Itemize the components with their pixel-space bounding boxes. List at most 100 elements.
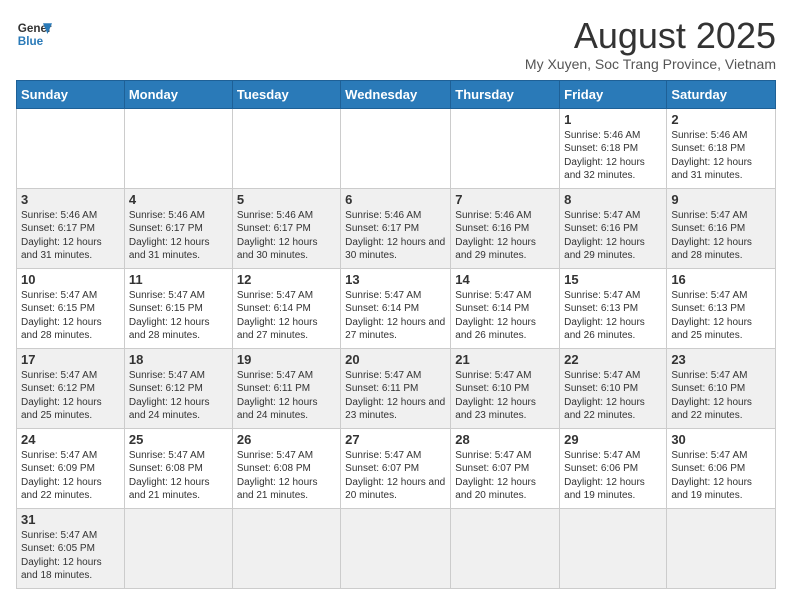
calendar-cell [667, 508, 776, 588]
day-number: 30 [671, 432, 771, 447]
calendar-subtitle: My Xuyen, Soc Trang Province, Vietnam [525, 56, 776, 72]
calendar-cell [341, 508, 451, 588]
day-number: 23 [671, 352, 771, 367]
day-number: 8 [564, 192, 662, 207]
day-number: 17 [21, 352, 120, 367]
calendar-cell [232, 108, 340, 188]
calendar-cell [451, 508, 560, 588]
day-number: 25 [129, 432, 228, 447]
day-info: Sunrise: 5:47 AM Sunset: 6:11 PM Dayligh… [345, 369, 446, 423]
day-number: 19 [237, 352, 336, 367]
calendar-week-row: 3Sunrise: 5:46 AM Sunset: 6:17 PM Daylig… [17, 188, 776, 268]
day-number: 10 [21, 272, 120, 287]
calendar-cell: 16Sunrise: 5:47 AM Sunset: 6:13 PM Dayli… [667, 268, 776, 348]
day-info: Sunrise: 5:47 AM Sunset: 6:13 PM Dayligh… [564, 289, 662, 343]
day-info: Sunrise: 5:46 AM Sunset: 6:17 PM Dayligh… [345, 209, 446, 263]
calendar-cell [232, 508, 340, 588]
day-info: Sunrise: 5:47 AM Sunset: 6:11 PM Dayligh… [237, 369, 336, 423]
col-monday: Monday [124, 80, 232, 108]
day-info: Sunrise: 5:47 AM Sunset: 6:07 PM Dayligh… [455, 449, 555, 503]
day-info: Sunrise: 5:46 AM Sunset: 6:18 PM Dayligh… [671, 129, 771, 183]
calendar-cell: 29Sunrise: 5:47 AM Sunset: 6:06 PM Dayli… [560, 428, 667, 508]
day-number: 11 [129, 272, 228, 287]
day-info: Sunrise: 5:47 AM Sunset: 6:06 PM Dayligh… [671, 449, 771, 503]
day-number: 7 [455, 192, 555, 207]
day-info: Sunrise: 5:46 AM Sunset: 6:17 PM Dayligh… [21, 209, 120, 263]
calendar-cell: 10 Sunrise: 5:47 AM Sunset: 6:15 PM Dayli… [17, 268, 125, 348]
calendar-week-row: 17 Sunrise: 5:47 AM Sunset: 6:12 PM Dayli… [17, 348, 776, 428]
day-info: Sunrise: 5:47 AM Sunset: 6:05 PM Dayligh… [21, 529, 120, 583]
calendar-cell: 27 Sunrise: 5:47 AM Sunset: 6:07 PM Dayli… [341, 428, 451, 508]
calendar-cell: 11 Sunrise: 5:47 AM Sunset: 6:15 PM Dayli… [124, 268, 232, 348]
calendar-week-row: 1 Sunrise: 5:46 AM Sunset: 6:18 PM Daylig… [17, 108, 776, 188]
day-number: 24 [21, 432, 120, 447]
day-info: Sunrise: 5:47 AM Sunset: 6:07 PM Dayligh… [345, 449, 446, 503]
calendar-cell [341, 108, 451, 188]
day-info: Sunrise: 5:47 AM Sunset: 6:12 PM Dayligh… [21, 369, 120, 423]
calendar-cell: 17 Sunrise: 5:47 AM Sunset: 6:12 PM Dayli… [17, 348, 125, 428]
svg-text:Blue: Blue [18, 35, 44, 48]
day-info: Sunrise: 5:47 AM Sunset: 6:12 PM Dayligh… [129, 369, 228, 423]
day-info: Sunrise: 5:46 AM Sunset: 6:18 PM Dayligh… [564, 129, 662, 183]
calendar-cell: 19 Sunrise: 5:47 AM Sunset: 6:11 PM Dayli… [232, 348, 340, 428]
calendar-cell: 30 Sunrise: 5:47 AM Sunset: 6:06 PM Dayli… [667, 428, 776, 508]
logo: General Blue [16, 16, 52, 52]
calendar-cell: 7 Sunrise: 5:46 AM Sunset: 6:16 PM Daylig… [451, 188, 560, 268]
col-wednesday: Wednesday [341, 80, 451, 108]
day-info: Sunrise: 5:47 AM Sunset: 6:10 PM Dayligh… [564, 369, 662, 423]
day-number: 1 [564, 112, 662, 127]
calendar-week-row: 31 Sunrise: 5:47 AM Sunset: 6:05 PM Dayli… [17, 508, 776, 588]
day-number: 9 [671, 192, 771, 207]
day-info: Sunrise: 5:47 AM Sunset: 6:14 PM Dayligh… [237, 289, 336, 343]
day-number: 27 [345, 432, 446, 447]
day-number: 2 [671, 112, 771, 127]
calendar-cell [124, 108, 232, 188]
calendar-cell: 22 Sunrise: 5:47 AM Sunset: 6:10 PM Dayli… [560, 348, 667, 428]
calendar-cell: 15 Sunrise: 5:47 AM Sunset: 6:13 PM Dayli… [560, 268, 667, 348]
day-info: Sunrise: 5:47 AM Sunset: 6:09 PM Dayligh… [21, 449, 120, 503]
calendar-cell: 26Sunrise: 5:47 AM Sunset: 6:08 PM Dayli… [232, 428, 340, 508]
calendar-cell: 6 Sunrise: 5:46 AM Sunset: 6:17 PM Daylig… [341, 188, 451, 268]
weekday-header-row: Sunday Monday Tuesday Wednesday Thursday… [17, 80, 776, 108]
calendar-cell: 4 Sunrise: 5:46 AM Sunset: 6:17 PM Daylig… [124, 188, 232, 268]
day-info: Sunrise: 5:46 AM Sunset: 6:17 PM Dayligh… [237, 209, 336, 263]
col-thursday: Thursday [451, 80, 560, 108]
day-info: Sunrise: 5:47 AM Sunset: 6:10 PM Dayligh… [671, 369, 771, 423]
day-number: 15 [564, 272, 662, 287]
day-number: 22 [564, 352, 662, 367]
day-info: Sunrise: 5:47 AM Sunset: 6:16 PM Dayligh… [564, 209, 662, 263]
day-info: Sunrise: 5:47 AM Sunset: 6:15 PM Dayligh… [21, 289, 120, 343]
day-info: Sunrise: 5:47 AM Sunset: 6:06 PM Dayligh… [564, 449, 662, 503]
calendar-cell: 14 Sunrise: 5:47 AM Sunset: 6:14 PM Dayli… [451, 268, 560, 348]
calendar-cell [124, 508, 232, 588]
day-number: 18 [129, 352, 228, 367]
calendar-cell: 8 Sunrise: 5:47 AM Sunset: 6:16 PM Daylig… [560, 188, 667, 268]
day-info: Sunrise: 5:47 AM Sunset: 6:14 PM Dayligh… [345, 289, 446, 343]
day-number: 6 [345, 192, 446, 207]
day-info: Sunrise: 5:47 AM Sunset: 6:16 PM Dayligh… [671, 209, 771, 263]
calendar-cell: 3Sunrise: 5:46 AM Sunset: 6:17 PM Daylig… [17, 188, 125, 268]
day-info: Sunrise: 5:47 AM Sunset: 6:08 PM Dayligh… [237, 449, 336, 503]
calendar-week-row: 24 Sunrise: 5:47 AM Sunset: 6:09 PM Dayli… [17, 428, 776, 508]
header: General Blue August 2025 My Xuyen, Soc T… [16, 16, 776, 72]
day-info: Sunrise: 5:47 AM Sunset: 6:08 PM Dayligh… [129, 449, 228, 503]
day-number: 14 [455, 272, 555, 287]
calendar-cell: 21Sunrise: 5:47 AM Sunset: 6:10 PM Dayli… [451, 348, 560, 428]
day-info: Sunrise: 5:47 AM Sunset: 6:13 PM Dayligh… [671, 289, 771, 343]
day-number: 5 [237, 192, 336, 207]
calendar-title: August 2025 [525, 16, 776, 56]
day-info: Sunrise: 5:47 AM Sunset: 6:14 PM Dayligh… [455, 289, 555, 343]
calendar-cell: 13 Sunrise: 5:47 AM Sunset: 6:14 PM Dayli… [341, 268, 451, 348]
day-info: Sunrise: 5:47 AM Sunset: 6:15 PM Dayligh… [129, 289, 228, 343]
calendar-cell: 23 Sunrise: 5:47 AM Sunset: 6:10 PM Dayli… [667, 348, 776, 428]
generalblue-logo-icon: General Blue [16, 16, 52, 52]
day-info: Sunrise: 5:46 AM Sunset: 6:16 PM Dayligh… [455, 209, 555, 263]
day-info: Sunrise: 5:46 AM Sunset: 6:17 PM Dayligh… [129, 209, 228, 263]
col-tuesday: Tuesday [232, 80, 340, 108]
calendar-week-row: 10 Sunrise: 5:47 AM Sunset: 6:15 PM Dayli… [17, 268, 776, 348]
day-number: 21 [455, 352, 555, 367]
day-number: 31 [21, 512, 120, 527]
day-number: 4 [129, 192, 228, 207]
col-saturday: Saturday [667, 80, 776, 108]
day-number: 13 [345, 272, 446, 287]
